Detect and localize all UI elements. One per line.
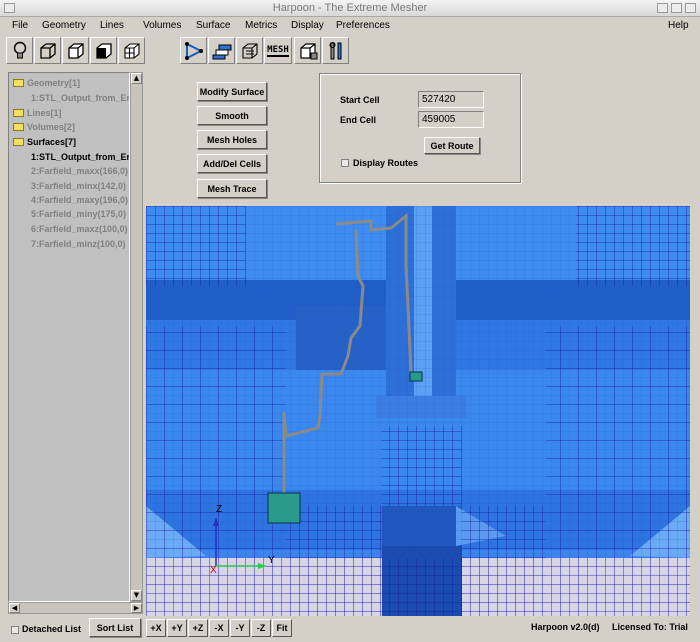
menu-preferences[interactable]: Preferences bbox=[336, 20, 390, 31]
tree-node-geometry-child[interactable]: 1:STL_Output_from_Er bbox=[31, 93, 129, 107]
menu-volumes[interactable]: Volumes bbox=[143, 20, 181, 31]
window-menu-button[interactable] bbox=[4, 3, 15, 13]
menu-geometry[interactable]: Geometry bbox=[42, 20, 86, 31]
toolbar: MESH bbox=[0, 35, 700, 66]
tree-node-volumes[interactable]: Volumes[2] bbox=[13, 122, 75, 136]
cube-stack-button[interactable] bbox=[294, 37, 321, 64]
modify-surface-button[interactable]: Modify Surface bbox=[197, 82, 267, 101]
tree-node-surface-4[interactable]: 4:Farfield_maxy(196,0) bbox=[31, 195, 128, 209]
minimize-button[interactable] bbox=[657, 3, 668, 13]
view-cube-3-button[interactable] bbox=[90, 37, 117, 64]
smooth-button[interactable]: Smooth bbox=[197, 106, 267, 125]
tree-node-geometry[interactable]: Geometry[1] bbox=[13, 78, 80, 92]
view-minus-z-button[interactable]: -Z bbox=[251, 619, 271, 637]
tree-horizontal-scrollbar[interactable]: ◀ ▶ bbox=[8, 602, 143, 614]
window-title: Harpoon - The Extreme Mesher bbox=[272, 2, 428, 14]
scroll-down-icon[interactable]: ▼ bbox=[131, 590, 142, 601]
scroll-right-icon[interactable]: ▶ bbox=[131, 603, 142, 613]
tree-node-surface-2[interactable]: 2:Farfield_maxx(166,0) bbox=[31, 166, 128, 180]
detached-list-checkbox[interactable] bbox=[11, 626, 19, 634]
tree-node-surface-3[interactable]: 3:Farfield_minx(142,0) bbox=[31, 181, 126, 195]
display-routes-checkbox[interactable] bbox=[341, 159, 349, 167]
mesh-trace-panel: Start Cell 527420 End Cell 459005 Get Ro… bbox=[319, 73, 521, 183]
tree-node-surface-5[interactable]: 5:Farfield_miny(175,0) bbox=[31, 209, 126, 223]
cube-wire-button[interactable] bbox=[236, 37, 263, 64]
display-routes-label: Display Routes bbox=[353, 158, 419, 168]
maximize-button[interactable] bbox=[671, 3, 682, 13]
tree-node-surface-7[interactable]: 7:Farfield_minz(100,0) bbox=[31, 239, 126, 253]
axis-z-label: Z bbox=[216, 504, 223, 515]
detached-list-label: Detached List bbox=[22, 624, 82, 634]
mesh-button[interactable]: MESH bbox=[264, 37, 292, 64]
get-route-button[interactable]: Get Route bbox=[424, 137, 480, 154]
layers-icon bbox=[212, 44, 231, 59]
menu-help[interactable]: Help bbox=[668, 20, 689, 31]
cube-wire-icon bbox=[241, 42, 258, 59]
menu-surface[interactable]: Surface bbox=[196, 20, 230, 31]
axis-x-label: X bbox=[210, 565, 217, 576]
menu-display[interactable]: Display bbox=[291, 20, 324, 31]
triangle-mesh-icon bbox=[184, 41, 203, 60]
scroll-left-icon[interactable]: ◀ bbox=[9, 603, 20, 613]
mesh-holes-button[interactable]: Mesh Holes bbox=[197, 130, 267, 149]
lightbulb-icon bbox=[13, 41, 26, 58]
fit-view-button[interactable]: Fit bbox=[272, 619, 292, 637]
cube-icon bbox=[95, 42, 112, 59]
add-del-cells-button[interactable]: Add/Del Cells bbox=[197, 154, 267, 173]
end-cell-label: End Cell bbox=[340, 115, 377, 125]
start-cell-label: Start Cell bbox=[340, 95, 380, 105]
folder-icon bbox=[13, 109, 24, 117]
view-minus-x-button[interactable]: -X bbox=[209, 619, 229, 637]
view-plus-z-button[interactable]: +Z bbox=[188, 619, 208, 637]
tools-button[interactable] bbox=[322, 37, 349, 64]
view-minus-y-button[interactable]: -Y bbox=[230, 619, 250, 637]
tree-panel: Geometry[1] 1:STL_Output_from_Er Lines[1… bbox=[8, 72, 130, 602]
view-cube-1-button[interactable] bbox=[34, 37, 61, 64]
view-plus-y-button[interactable]: +Y bbox=[167, 619, 187, 637]
close-button[interactable] bbox=[685, 3, 696, 13]
mesh-viewport[interactable]: Z Y X bbox=[146, 206, 690, 616]
version-label: Harpoon v2.0(d) bbox=[531, 622, 600, 632]
cube-stack-icon bbox=[299, 42, 317, 59]
menu-bar: File Geometry Lines Volumes Surface Metr… bbox=[0, 17, 700, 35]
start-cell-input[interactable]: 527420 bbox=[418, 91, 484, 108]
status-bar: Detached List Sort List +X +Y +Z -X -Y -… bbox=[0, 616, 700, 642]
mesh-trace-button[interactable]: Mesh Trace bbox=[197, 179, 267, 198]
axis-y-label: Y bbox=[268, 555, 275, 566]
cube-icon bbox=[123, 42, 140, 59]
window-title-bar: Harpoon - The Extreme Mesher bbox=[0, 0, 700, 17]
scroll-up-icon[interactable]: ▲ bbox=[131, 73, 142, 84]
tree-vertical-scrollbar[interactable]: ▲ ▼ bbox=[130, 72, 143, 602]
folder-open-icon bbox=[13, 138, 24, 146]
tree-node-surfaces[interactable]: Surfaces[7] bbox=[13, 137, 76, 151]
layers-button[interactable] bbox=[208, 37, 235, 64]
folder-open-icon bbox=[13, 79, 24, 87]
sort-list-button[interactable]: Sort List bbox=[89, 618, 141, 637]
triangle-mesh-button[interactable] bbox=[180, 37, 207, 64]
tree-node-surface-1[interactable]: 1:STL_Output_from_Er bbox=[31, 152, 129, 166]
lightbulb-button[interactable] bbox=[6, 37, 33, 64]
end-cell-input[interactable]: 459005 bbox=[418, 111, 484, 128]
menu-metrics[interactable]: Metrics bbox=[245, 20, 277, 31]
view-plus-x-button[interactable]: +X bbox=[146, 619, 166, 637]
license-label: Licensed To: Trial bbox=[612, 622, 688, 632]
cube-icon bbox=[67, 42, 84, 59]
menu-lines[interactable]: Lines bbox=[100, 20, 124, 31]
folder-icon bbox=[13, 123, 24, 131]
tree-node-surface-6[interactable]: 6:Farfield_maxz(100,0) bbox=[31, 224, 128, 238]
view-cube-2-button[interactable] bbox=[62, 37, 89, 64]
tools-icon bbox=[329, 41, 341, 59]
view-cube-4-button[interactable] bbox=[118, 37, 145, 64]
mesh-text-icon: MESH bbox=[267, 44, 289, 57]
menu-file[interactable]: File bbox=[12, 20, 28, 31]
tree-node-lines[interactable]: Lines[1] bbox=[13, 108, 62, 122]
cube-icon bbox=[39, 42, 56, 59]
